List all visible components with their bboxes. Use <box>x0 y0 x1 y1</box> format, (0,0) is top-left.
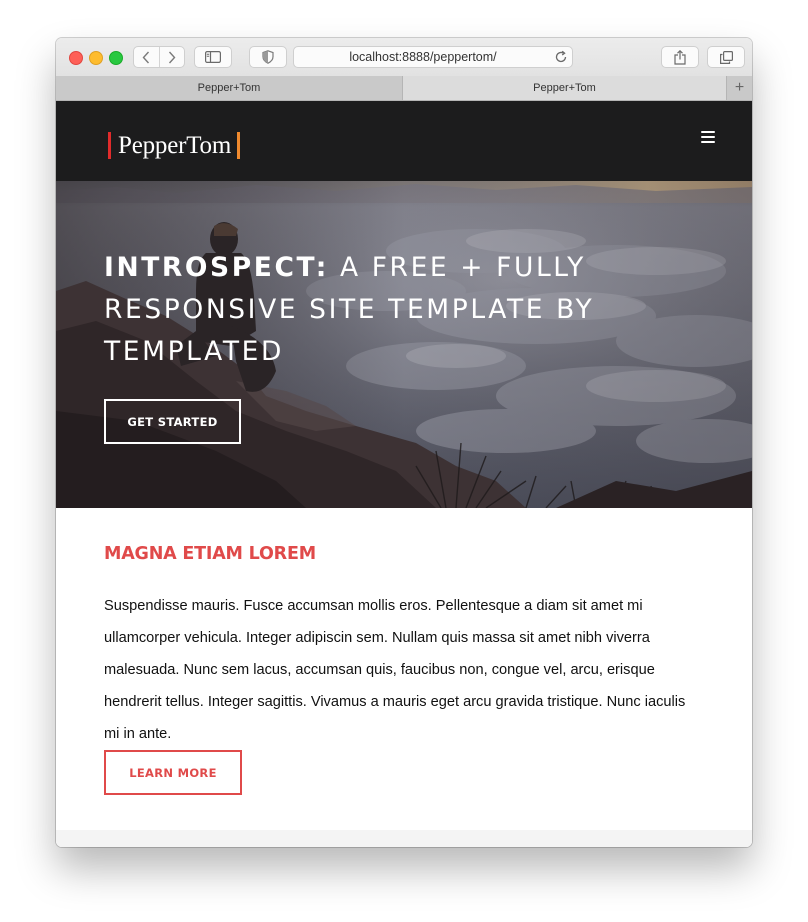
get-started-button[interactable]: Get Started <box>104 399 241 444</box>
sidebar-icon <box>205 51 221 63</box>
privacy-report-button[interactable] <box>249 46 287 68</box>
shield-icon <box>262 50 274 64</box>
zoom-window-button[interactable] <box>109 51 123 65</box>
browser-toolbar: localhost:8888/peppertom/ <box>56 38 752 77</box>
close-window-button[interactable] <box>69 51 83 65</box>
back-button[interactable] <box>134 47 159 67</box>
tab-bar: Pepper+Tom Pepper+Tom + <box>56 76 752 101</box>
intro-section: Magna Etiam Lorem Suspendisse mauris. Fu… <box>56 508 752 830</box>
share-button[interactable] <box>661 46 699 68</box>
tab-2-active[interactable]: Pepper+Tom <box>403 76 727 100</box>
logo-bar-red <box>108 131 111 159</box>
tab-2-label: Pepper+Tom <box>533 82 596 94</box>
chevron-right-icon <box>168 51 176 63</box>
plus-icon: + <box>734 79 745 96</box>
learn-more-button[interactable]: Learn More <box>104 750 242 795</box>
section-body-text: Suspendisse mauris. Fusce accumsan molli… <box>104 598 686 742</box>
menu-line <box>701 131 715 134</box>
site-logo[interactable]: PepperTom <box>108 131 241 159</box>
show-all-tabs-button[interactable] <box>707 46 745 68</box>
reload-icon[interactable] <box>554 50 568 64</box>
share-icon <box>674 49 686 65</box>
chevron-left-icon <box>142 51 150 63</box>
new-tab-button[interactable]: + <box>727 76 752 100</box>
url-text: localhost:8888/peppertom/ <box>349 50 497 64</box>
hero-banner: Introspect: A free + fully responsive si… <box>56 181 752 508</box>
section-heading: Magna Etiam Lorem <box>104 544 316 564</box>
site-header: PepperTom <box>56 101 752 181</box>
tab-1[interactable]: Pepper+Tom <box>56 76 403 100</box>
tab-1-label: Pepper+Tom <box>197 82 261 94</box>
hero-heading-strong: Introspect: <box>104 252 329 283</box>
logo-text: PepperTom <box>118 131 232 159</box>
web-page: PepperTom INTROSPECT: A FREE + FULLY RES… <box>56 101 752 847</box>
menu-line <box>701 140 715 144</box>
forward-button[interactable] <box>160 47 185 67</box>
menu-line <box>701 135 715 139</box>
sidebar-toggle-button[interactable] <box>194 46 232 68</box>
hero-heading: Introspect: A free + fully responsive si… <box>104 247 604 373</box>
tabs-overview-icon <box>719 50 733 64</box>
hamburger-menu-icon[interactable] <box>701 131 715 144</box>
logo-bar-orange <box>237 131 241 159</box>
next-section-edge <box>56 830 752 847</box>
address-bar[interactable]: localhost:8888/peppertom/ <box>293 46 573 68</box>
minimize-window-button[interactable] <box>89 51 103 65</box>
browser-window: localhost:8888/peppertom/ Pepper+Tom Pep… <box>56 38 752 847</box>
history-nav-group <box>133 46 185 68</box>
